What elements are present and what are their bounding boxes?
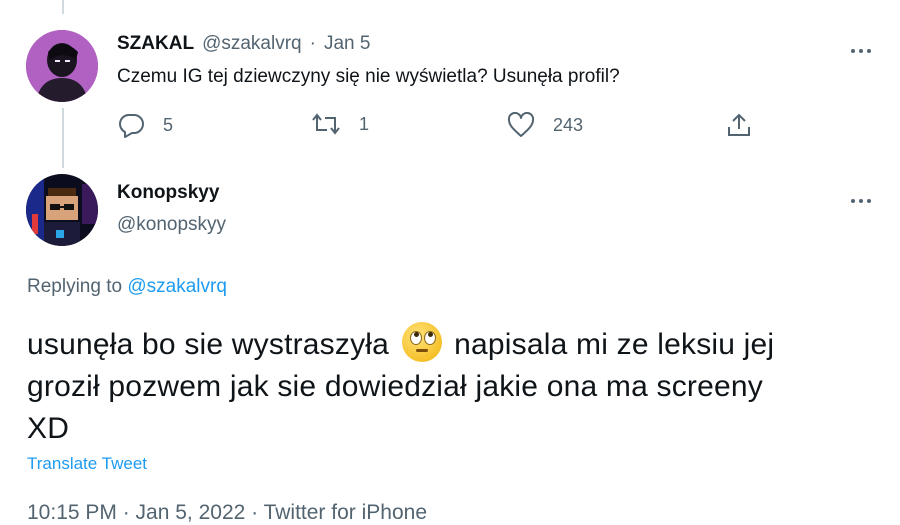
reply-button[interactable]: 5: [117, 112, 173, 138]
reply-icon: [119, 114, 144, 138]
tweet-text-part: napisala mi ze leksiu jej: [454, 328, 775, 361]
author-name[interactable]: SZAKAL: [117, 33, 194, 55]
retweet-count: 1: [359, 113, 370, 134]
replying-to: Replying to @szakalvrq: [27, 276, 227, 298]
share-button[interactable]: [726, 112, 752, 143]
tweet-text-line: groził pozwem jak sie dowiedział jakie o…: [27, 370, 763, 403]
like-button[interactable]: 243: [507, 112, 583, 138]
tweet-text: Czemu IG tej dziewczyny się nie wyświetl…: [117, 66, 620, 87]
author-name[interactable]: Konopskyy: [117, 182, 219, 204]
translate-tweet-link[interactable]: Translate Tweet: [27, 454, 147, 474]
tweet-text-line: XD: [27, 412, 70, 445]
tweet-date[interactable]: Jan 5: [324, 33, 370, 55]
avatar[interactable]: [26, 30, 98, 102]
face-with-rolling-eyes-icon: [401, 322, 442, 362]
thread-line: [62, 108, 64, 168]
avatar-image: [26, 30, 98, 102]
share-icon: [728, 113, 750, 136]
tweet-timestamp[interactable]: 10:15 PM · Jan 5, 2022 · Twitter for iPh…: [27, 501, 427, 525]
retweet-button[interactable]: 1: [311, 112, 369, 136]
reply-count: 5: [163, 114, 174, 135]
more-options-icon[interactable]: [851, 190, 877, 203]
thread-line: [62, 0, 64, 14]
author-handle[interactable]: @konopskyy: [117, 214, 226, 236]
retweet-icon: [312, 113, 340, 135]
like-count: 243: [553, 114, 584, 135]
tweet-text: usunęła bo sie wystraszyła napisala mi z…: [27, 322, 887, 450]
avatar[interactable]: [26, 174, 98, 246]
separator: ·: [309, 33, 316, 54]
more-options-icon[interactable]: [851, 40, 877, 53]
replying-prefix: Replying to: [27, 276, 123, 297]
replying-to-link[interactable]: @szakalvrq: [127, 276, 227, 297]
author-handle[interactable]: @szakalvrq: [202, 33, 302, 55]
heart-icon: [507, 112, 535, 137]
tweet-text-part: usunęła bo sie wystraszyła: [27, 328, 390, 361]
avatar-image: [26, 174, 98, 246]
